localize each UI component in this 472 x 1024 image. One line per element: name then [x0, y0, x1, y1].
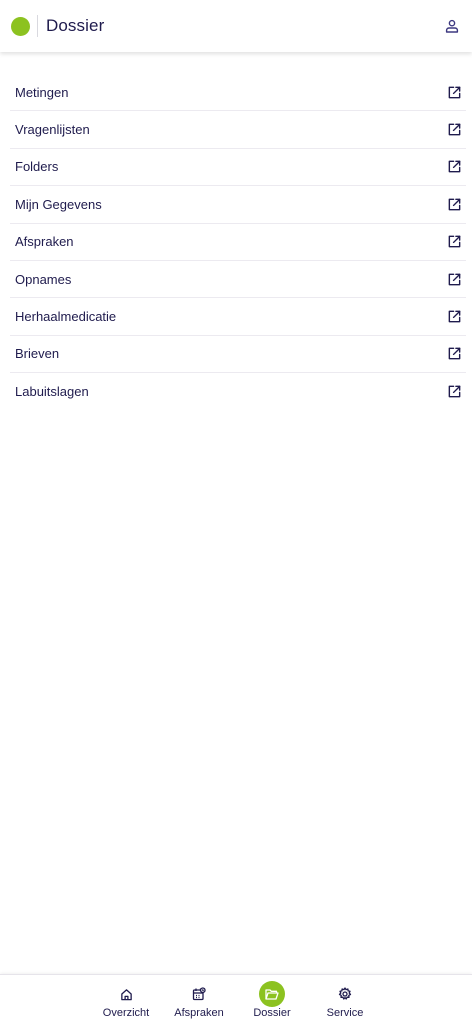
list-item-herhaalmedicatie[interactable]: Herhaalmedicatie	[10, 298, 466, 336]
nav-item-service[interactable]: Service	[315, 981, 375, 1019]
home-icon	[113, 981, 139, 1007]
nav-item-overzicht[interactable]: Overzicht	[96, 981, 156, 1019]
list-item-label: Herhaalmedicatie	[15, 309, 117, 325]
external-link-icon	[446, 122, 462, 138]
list-item-metingen[interactable]: Metingen	[10, 74, 466, 112]
app-root: Dossier Metingen Vragenlijsten Folders M…	[0, 0, 472, 1024]
app-header: Dossier	[0, 0, 472, 52]
external-link-icon	[446, 196, 462, 212]
list-item-label: Labuitslagen	[15, 384, 89, 400]
list-item-vragenlijsten[interactable]: Vragenlijsten	[10, 111, 466, 149]
list-item-label: Afspraken	[15, 234, 74, 250]
nav-label: Afspraken	[174, 1007, 224, 1019]
list-item-label: Folders	[15, 159, 59, 175]
nav-label: Dossier	[253, 1007, 291, 1019]
external-link-icon	[446, 271, 462, 287]
gear-icon	[332, 981, 358, 1007]
user-profile-button[interactable]	[442, 16, 462, 36]
external-link-icon	[446, 234, 462, 250]
nav-label: Overzicht	[102, 1007, 150, 1019]
list-item-label: Metingen	[15, 84, 69, 100]
list-item-labuitslagen[interactable]: Labuitslagen	[10, 373, 466, 410]
nav-item-afspraken[interactable]: Afspraken	[169, 981, 229, 1019]
list-item-label: Vragenlijsten	[15, 122, 90, 138]
nav-label: Service	[326, 1007, 364, 1019]
list-item-label: Brieven	[15, 346, 60, 362]
list-item-afspraken[interactable]: Afspraken	[10, 224, 466, 261]
header-divider	[37, 15, 38, 37]
list-item-mijn-gegevens[interactable]: Mijn Gegevens	[10, 186, 466, 224]
dossier-list: Metingen Vragenlijsten Folders Mijn Gege…	[10, 74, 466, 411]
external-link-icon	[446, 384, 462, 400]
list-item-label: Opnames	[15, 271, 72, 287]
calendar-icon	[186, 981, 212, 1007]
list-item-brieven[interactable]: Brieven	[10, 336, 466, 374]
app-logo	[11, 16, 30, 36]
list-item-opnames[interactable]: Opnames	[10, 261, 466, 299]
external-link-icon	[446, 309, 462, 325]
page-title: Dossier	[46, 16, 105, 35]
list-item-label: Mijn Gegevens	[15, 196, 102, 212]
external-link-icon	[446, 159, 462, 175]
list-item-folders[interactable]: Folders	[10, 149, 466, 187]
nav-item-dossier[interactable]: Dossier	[242, 981, 302, 1019]
external-link-icon	[446, 346, 462, 362]
bottom-navigation: Overzicht Afspraken Dossier Service	[0, 974, 472, 1024]
user-icon	[445, 19, 459, 33]
folder-icon	[259, 981, 285, 1007]
external-link-icon	[446, 84, 462, 100]
